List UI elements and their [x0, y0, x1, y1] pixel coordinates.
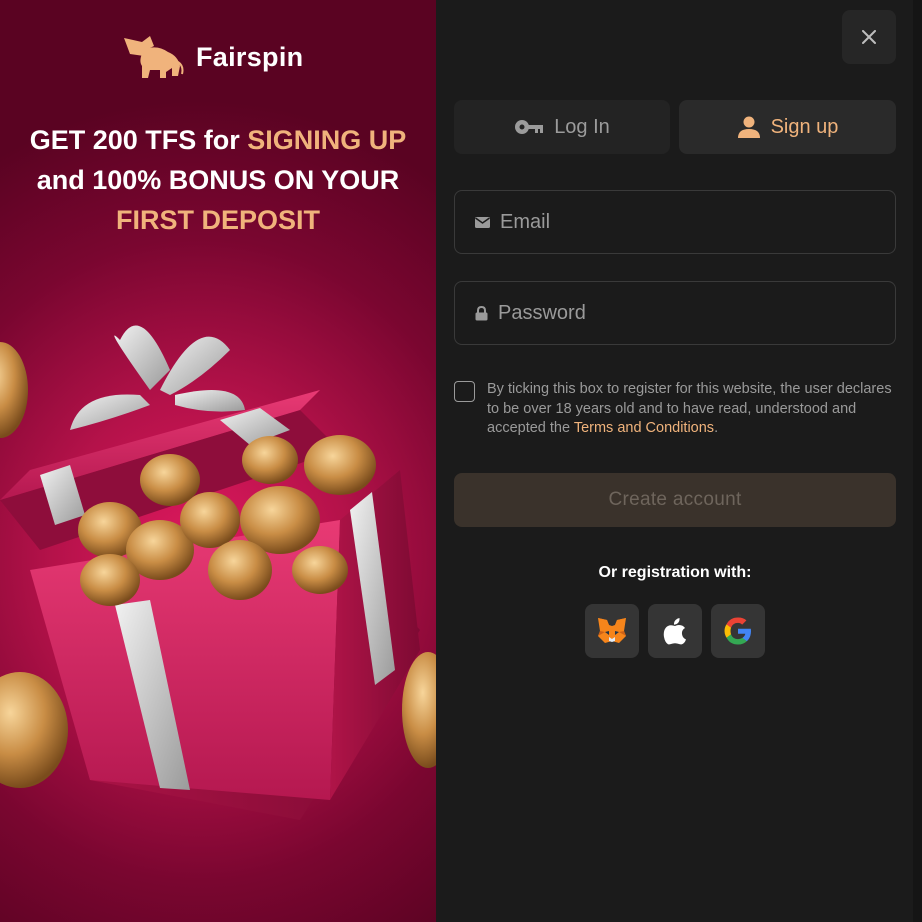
email-field[interactable] — [454, 190, 896, 254]
lock-icon — [475, 305, 488, 320]
brand-logo: Fairspin — [120, 32, 303, 82]
promo-line-1: GET 200 TFS for SIGNING UP — [0, 120, 436, 160]
consent-end: . — [714, 420, 719, 436]
user-icon — [737, 116, 760, 138]
metamask-button[interactable] — [585, 604, 639, 658]
tab-login[interactable]: Log In — [454, 100, 670, 154]
google-button[interactable] — [711, 604, 765, 658]
apple-button[interactable] — [648, 604, 702, 658]
google-icon — [724, 617, 751, 645]
terms-link[interactable]: Terms and Conditions — [574, 420, 714, 436]
promo-panel: Fairspin GET 200 TFS for SIGNING UP and … — [0, 0, 436, 922]
close-button[interactable] — [842, 10, 896, 64]
promo-line-1-accent: SIGNING UP — [247, 125, 407, 155]
password-field[interactable] — [454, 281, 896, 345]
close-icon — [862, 30, 876, 44]
consent-text: By ticking this box to register for this… — [487, 380, 896, 439]
password-input[interactable] — [498, 301, 858, 325]
tab-signup[interactable]: Sign up — [679, 100, 896, 154]
promo-line-3: FIRST DEPOSIT — [115, 205, 321, 235]
consent-row: By ticking this box to register for this… — [454, 380, 896, 439]
email-input[interactable] — [500, 210, 860, 234]
social-heading: Or registration with: — [598, 564, 752, 581]
lion-logo-icon — [124, 36, 184, 78]
apple-icon — [663, 618, 686, 645]
promo-headline: GET 200 TFS for SIGNING UP and 100% BONU… — [0, 120, 436, 240]
promo-line-2: and 100% BONUS ON YOUR — [36, 165, 400, 195]
brand-name: Fairspin — [196, 41, 304, 72]
metamask-icon — [598, 618, 626, 643]
mail-icon — [475, 216, 490, 228]
promo-line-1-text: GET 200 TFS for — [29, 125, 248, 155]
consent-checkbox[interactable] — [454, 381, 475, 402]
signup-modal: Fairspin GET 200 TFS for SIGNING UP and … — [0, 0, 922, 922]
tab-login-label: Log In — [554, 115, 610, 138]
background-page-edge — [913, 0, 922, 922]
create-account-button[interactable]: Create account — [454, 473, 896, 527]
key-icon — [515, 120, 544, 134]
gift-box-illustration — [0, 325, 436, 820]
tab-signup-label: Sign up — [770, 115, 839, 138]
